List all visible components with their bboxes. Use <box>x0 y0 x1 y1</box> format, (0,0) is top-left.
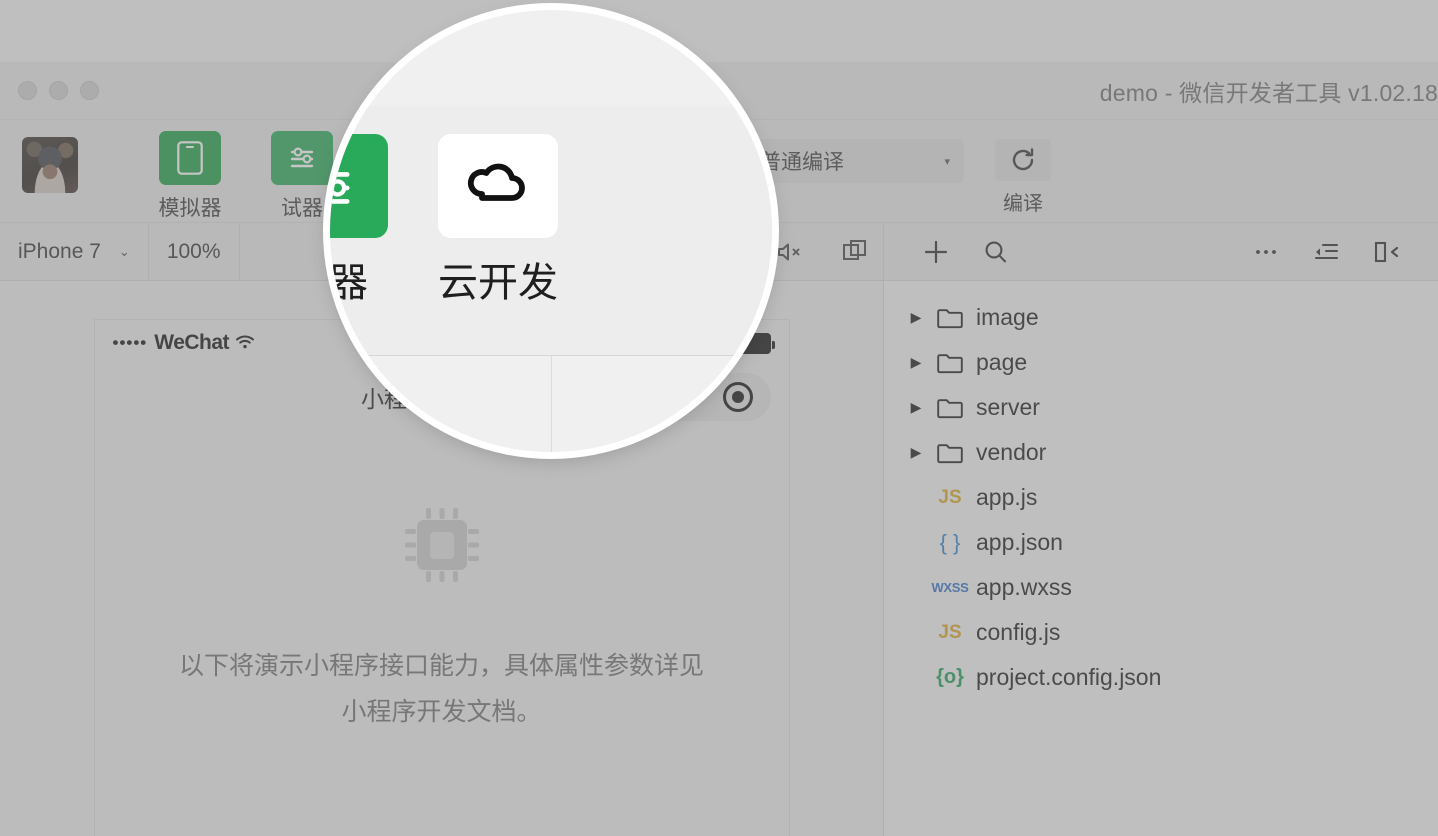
zoom-level-value: 100% <box>166 239 221 263</box>
detach-window-icon[interactable] <box>827 239 883 265</box>
status-bar-left: ••••• WeChat <box>113 331 255 355</box>
magnified-item-cloud-dev[interactable]: 云开发 <box>438 134 558 308</box>
tree-item-label: project.config.json <box>976 664 1162 690</box>
tree-folder-image[interactable]: ▶ image <box>884 295 1438 340</box>
search-icon[interactable] <box>966 223 1026 281</box>
chevron-right-icon[interactable]: ▶ <box>908 309 924 326</box>
folder-icon <box>935 307 965 329</box>
remote-debug-icon <box>271 131 333 185</box>
chevron-right-icon[interactable]: ▶ <box>908 354 924 371</box>
minimize-window-button[interactable] <box>49 81 68 100</box>
folder-icon <box>935 352 965 374</box>
file-type-badge: JS <box>938 486 962 508</box>
device-select[interactable]: iPhone 7 ⌄ <box>0 223 149 280</box>
folder-icon <box>935 442 965 464</box>
tree-folder-vendor[interactable]: ▶ vendor <box>884 430 1438 475</box>
chevron-right-icon[interactable]: ▶ <box>908 399 924 416</box>
avatar[interactable] <box>22 137 78 193</box>
chevron-down-icon: ▾ <box>944 155 950 168</box>
tree-item-label: server <box>976 394 1040 420</box>
file-type-badge: JS <box>938 621 962 643</box>
maximize-window-button[interactable] <box>80 81 99 100</box>
magnified-sim-toolbar: ⌄ <box>330 356 772 452</box>
add-file-icon[interactable] <box>906 223 966 281</box>
remote-debug-icon <box>330 134 388 238</box>
chevron-down-icon: ⌄ <box>397 388 434 436</box>
tree-file-app.json[interactable]: { } app.json <box>884 520 1438 565</box>
magnified-item-remote-debugger-label: 试器 <box>330 261 368 305</box>
magnified-toolbar: 试器 云开发 <box>330 106 772 356</box>
magnified-item-remote-debugger[interactable]: 试器 <box>330 134 388 308</box>
toolbar-item-simulator[interactable]: 模拟器 <box>134 131 246 222</box>
phone-content: 以下将演示小程序接口能力，具体属性参数详见 小程序开发文档。 <box>94 428 789 836</box>
json-file-icon: { } <box>935 530 965 556</box>
phone-description-line2: 小程序开发文档。 <box>341 698 542 727</box>
cloud-icon <box>438 134 558 238</box>
phone-icon <box>159 131 221 185</box>
zoom-level[interactable]: 100% <box>149 223 240 280</box>
phone-description: 以下将演示小程序接口能力，具体属性参数详见 小程序开发文档。 <box>142 643 742 736</box>
chevron-down-icon: ⌄ <box>118 243 130 259</box>
toolbar-item-simulator-label: 模拟器 <box>158 197 222 220</box>
js-file-icon: JS <box>935 622 965 644</box>
screen-root: demo - 微信开发者工具 v1.02.18 模拟器 试器 普通编译 ▾ 编译… <box>0 0 1438 836</box>
compile-button-label: 编译 <box>1003 193 1043 215</box>
wxss-file-icon: WXSS <box>931 580 968 595</box>
device-select-value: iPhone 7 <box>18 239 101 263</box>
folder-icon <box>935 397 965 419</box>
tree-folder-server[interactable]: ▶ server <box>884 385 1438 430</box>
chevron-right-icon[interactable]: ▶ <box>908 444 924 461</box>
tree-item-label: config.js <box>976 619 1061 645</box>
tree-file-app.wxss[interactable]: WXSS app.wxss <box>884 565 1438 610</box>
signal-dots: ••••• <box>112 333 148 352</box>
phone-description-line1: 以下将演示小程序接口能力，具体属性参数详见 <box>178 652 704 680</box>
chip-icon <box>395 498 489 597</box>
tree-item-label: vendor <box>976 439 1047 465</box>
file-tree: ▶ image ▶ page ▶ server ▶ vendor JS app.js { } app.… <box>884 281 1438 836</box>
tree-file-project.config.json[interactable]: {o} project.config.json <box>884 655 1438 700</box>
compile-mode-select-value: 普通编译 <box>760 151 844 174</box>
magnified-item-cloud-dev-label: 云开发 <box>438 261 558 305</box>
tree-item-label: app.wxss <box>976 574 1072 600</box>
file-type-badge: {o} <box>936 666 964 688</box>
tree-item-label: app.js <box>976 484 1038 510</box>
close-window-button[interactable] <box>18 81 37 100</box>
editor-pane: ▶ image ▶ page ▶ server ▶ vendor JS app.js { } app.… <box>884 223 1438 836</box>
traffic-light-group <box>18 81 99 100</box>
simulator-toolbar-icons <box>762 223 883 280</box>
collapse-panel-icon[interactable] <box>1356 223 1416 281</box>
carrier-label: WeChat <box>154 331 230 354</box>
magnifier-lens: 试器 云开发 ⌄ <box>330 10 772 452</box>
compile-mode-select[interactable]: 普通编译 ▾ <box>746 139 964 183</box>
tree-file-app.js[interactable]: JS app.js <box>884 475 1438 520</box>
magnified-empty-cell <box>552 356 772 452</box>
compile-button[interactable]: 编译 <box>980 139 1066 216</box>
js-file-icon: JS <box>935 487 965 509</box>
tree-item-label: page <box>976 349 1028 375</box>
tree-item-label: app.json <box>976 529 1063 555</box>
file-type-badge: { } <box>939 529 961 555</box>
tree-folder-page[interactable]: ▶ page <box>884 340 1438 385</box>
collapse-all-icon[interactable] <box>1296 223 1356 281</box>
file-type-badge: WXSS <box>931 580 969 595</box>
magnified-chevron-cell[interactable]: ⌄ <box>330 356 552 452</box>
refresh-icon <box>995 139 1051 181</box>
more-icon[interactable] <box>1236 223 1296 281</box>
tree-item-label: image <box>976 304 1039 330</box>
cfg-file-icon: {o} <box>935 666 965 689</box>
editor-toolbar <box>884 223 1438 281</box>
window-title: demo - 微信开发者工具 v1.02.18 <box>1099 79 1438 106</box>
wifi-icon <box>236 331 255 355</box>
toolbar-item-remote-debugger-label: 试器 <box>281 197 323 220</box>
tree-file-config.js[interactable]: JS config.js <box>884 610 1438 655</box>
